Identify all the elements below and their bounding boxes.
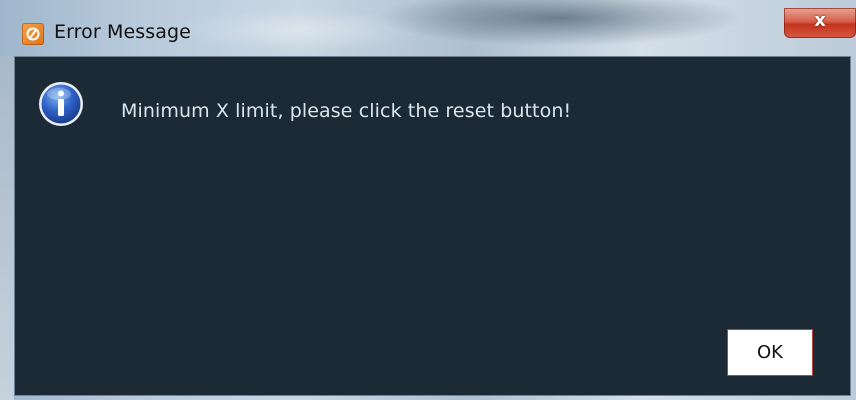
- error-message-text: Minimum X limit, please click the reset …: [121, 100, 572, 122]
- title-bar[interactable]: Error Message x: [0, 0, 856, 56]
- dialog-content: Minimum X limit, please click the reset …: [14, 56, 851, 396]
- error-dialog-window: Error Message x Minimum X limit, please …: [0, 0, 856, 400]
- close-button[interactable]: x: [784, 8, 856, 38]
- window-frame-left: [0, 56, 14, 400]
- close-icon: x: [814, 10, 826, 31]
- info-icon: [37, 80, 85, 132]
- ok-button[interactable]: OK: [727, 329, 813, 376]
- app-logo-icon: [22, 23, 44, 45]
- window-title: Error Message: [54, 21, 191, 43]
